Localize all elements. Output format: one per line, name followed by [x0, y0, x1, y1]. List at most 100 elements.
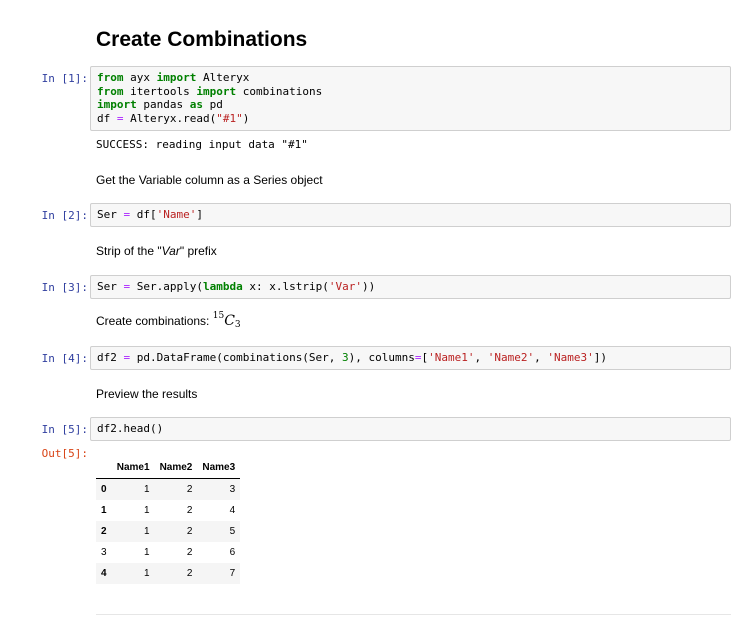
- table-cell: 3: [229, 484, 236, 495]
- table-cell: 7: [229, 568, 236, 579]
- code-token: import: [97, 98, 137, 111]
- table-cell: 1: [144, 505, 150, 516]
- code-token: 'Name1': [428, 351, 475, 364]
- row-index: 4: [101, 568, 107, 579]
- code-token: Alteryx.read(: [123, 111, 217, 125]
- table-row: 4 1 2 7: [96, 563, 241, 584]
- table-cell: 1: [144, 547, 150, 558]
- code-token: import: [196, 84, 237, 98]
- code-token: df2: [97, 351, 124, 364]
- table-row: 3 1 2 6: [96, 542, 240, 563]
- combination-letter: C: [224, 313, 235, 329]
- code-token: ]): [593, 351, 607, 364]
- dataframe-table: Name1 Name2 Name3 0 1 2 3 1 1 2 4 2 1 2 …: [96, 457, 241, 584]
- code-token: ,: [474, 351, 488, 364]
- table-cell: 6: [229, 547, 236, 558]
- output-prompt: Out[5]:: [41, 447, 88, 460]
- table-cell: 1: [144, 526, 150, 537]
- code-line: Ser = df['Name']: [97, 208, 724, 222]
- dataframe-header-row: Name1 Name2 Name3: [96, 457, 241, 479]
- code-token: ayx: [123, 71, 157, 84]
- table-row: 1 1 2 4: [96, 500, 240, 521]
- table-cell: 4: [229, 505, 236, 516]
- table-cell: 2: [186, 526, 193, 537]
- table-cell: 2: [186, 568, 193, 579]
- code-token: pandas: [136, 98, 190, 111]
- code-token: as: [189, 98, 203, 111]
- code-token: from: [97, 71, 124, 84]
- code-token: Alteryx: [196, 71, 250, 84]
- code-line: df = Alteryx.read("#1"): [97, 112, 724, 126]
- code-token: lambda: [202, 280, 243, 293]
- code-token: df2.head(): [97, 422, 164, 435]
- code-token: combinations: [236, 84, 323, 98]
- markdown-preview: Preview the results: [96, 387, 198, 401]
- code-cell-5[interactable]: df2.head(): [90, 417, 731, 441]
- code-token: df: [97, 111, 117, 125]
- table-cell: 2: [186, 484, 193, 495]
- row-index: 0: [101, 484, 107, 495]
- dataframe-column-header: Name2: [154, 457, 198, 479]
- markdown-strip-prefix: Strip of the "Var" prefix: [96, 244, 217, 258]
- combination-subscript: 3: [234, 320, 241, 330]
- row-index: 3: [101, 547, 107, 558]
- code-token: x: x.lstrip(: [242, 280, 329, 293]
- dataframe-index-header: [96, 457, 112, 479]
- row-index: 1: [101, 505, 107, 516]
- table-cell: 1: [144, 484, 150, 495]
- code-token: pd: [202, 98, 223, 111]
- table-cell: 5: [229, 526, 236, 537]
- code-token: Ser: [97, 208, 124, 221]
- dataframe-column-header: Name1: [111, 457, 155, 479]
- code-token: 'Var': [328, 280, 362, 293]
- table-row: 0 1 2 3: [96, 478, 241, 500]
- code-token: "#1": [216, 111, 243, 125]
- code-line: df2 = pd.DataFrame(combinations(Ser, 3),…: [97, 351, 724, 365]
- table-row: 2 1 2 5: [96, 521, 241, 542]
- table-cell: 2: [186, 505, 193, 516]
- cell-prompt-4: In [4]:: [41, 352, 88, 365]
- cell-prompt-2: In [2]:: [41, 209, 88, 222]
- cell-output-1: SUCCESS: reading input data "#1": [96, 138, 308, 151]
- code-token: itertools: [123, 84, 197, 98]
- code-cell-2[interactable]: Ser = df['Name']: [90, 203, 731, 227]
- code-token: ): [242, 111, 250, 125]
- table-cell: 2: [186, 547, 193, 558]
- notebook-title: Create Combinations: [96, 28, 308, 51]
- code-token: 'Name': [156, 208, 197, 221]
- cell-prompt-5: In [5]:: [41, 423, 88, 436]
- code-line: df2.head(): [97, 422, 724, 436]
- code-line: from itertools import combinations: [97, 85, 724, 99]
- markdown-create-combinations: Create combinations: 15C3: [96, 311, 241, 330]
- code-cell-3[interactable]: Ser = Ser.apply(lambda x: x.lstrip('Var'…: [90, 275, 731, 299]
- dataframe-column-header: Name3: [197, 457, 241, 479]
- code-token: )): [361, 280, 376, 293]
- code-token: =: [414, 351, 422, 364]
- code-token: ]: [196, 208, 203, 221]
- cell-prompt-3: In [3]:: [41, 281, 88, 294]
- code-token: Ser.apply(: [130, 280, 203, 293]
- code-token: =: [116, 111, 124, 125]
- code-token: Ser: [97, 280, 124, 293]
- code-line: import pandas as pd: [97, 98, 724, 112]
- code-line: from ayx import Alteryx: [97, 71, 724, 85]
- code-token: import: [156, 71, 197, 84]
- code-cell-1[interactable]: from ayx import Alteryx from itertools im…: [90, 66, 731, 131]
- code-token: 'Name2': [487, 351, 535, 364]
- cell-divider: [96, 614, 731, 615]
- markdown-strip-prefix-before: Strip of the ": [96, 244, 162, 258]
- code-cell-4[interactable]: df2 = pd.DataFrame(combinations(Ser, 3),…: [90, 346, 731, 370]
- code-token: df[: [130, 208, 157, 221]
- code-token: pd.DataFrame(combinations(Ser,: [130, 351, 343, 364]
- row-index: 2: [101, 526, 107, 537]
- code-line: Ser = Ser.apply(lambda x: x.lstrip('Var'…: [97, 280, 724, 294]
- table-cell: 1: [144, 568, 150, 579]
- code-token: ), columns: [348, 351, 415, 364]
- code-token: from: [97, 84, 124, 98]
- code-token: 3: [342, 351, 349, 364]
- combination-superscript: 15: [212, 311, 225, 321]
- markdown-strip-prefix-italic: Var: [161, 244, 180, 258]
- markdown-create-combinations-text: Create combinations:: [96, 314, 213, 328]
- cell-prompt-1: In [1]:: [41, 72, 88, 85]
- code-token: ,: [534, 351, 548, 364]
